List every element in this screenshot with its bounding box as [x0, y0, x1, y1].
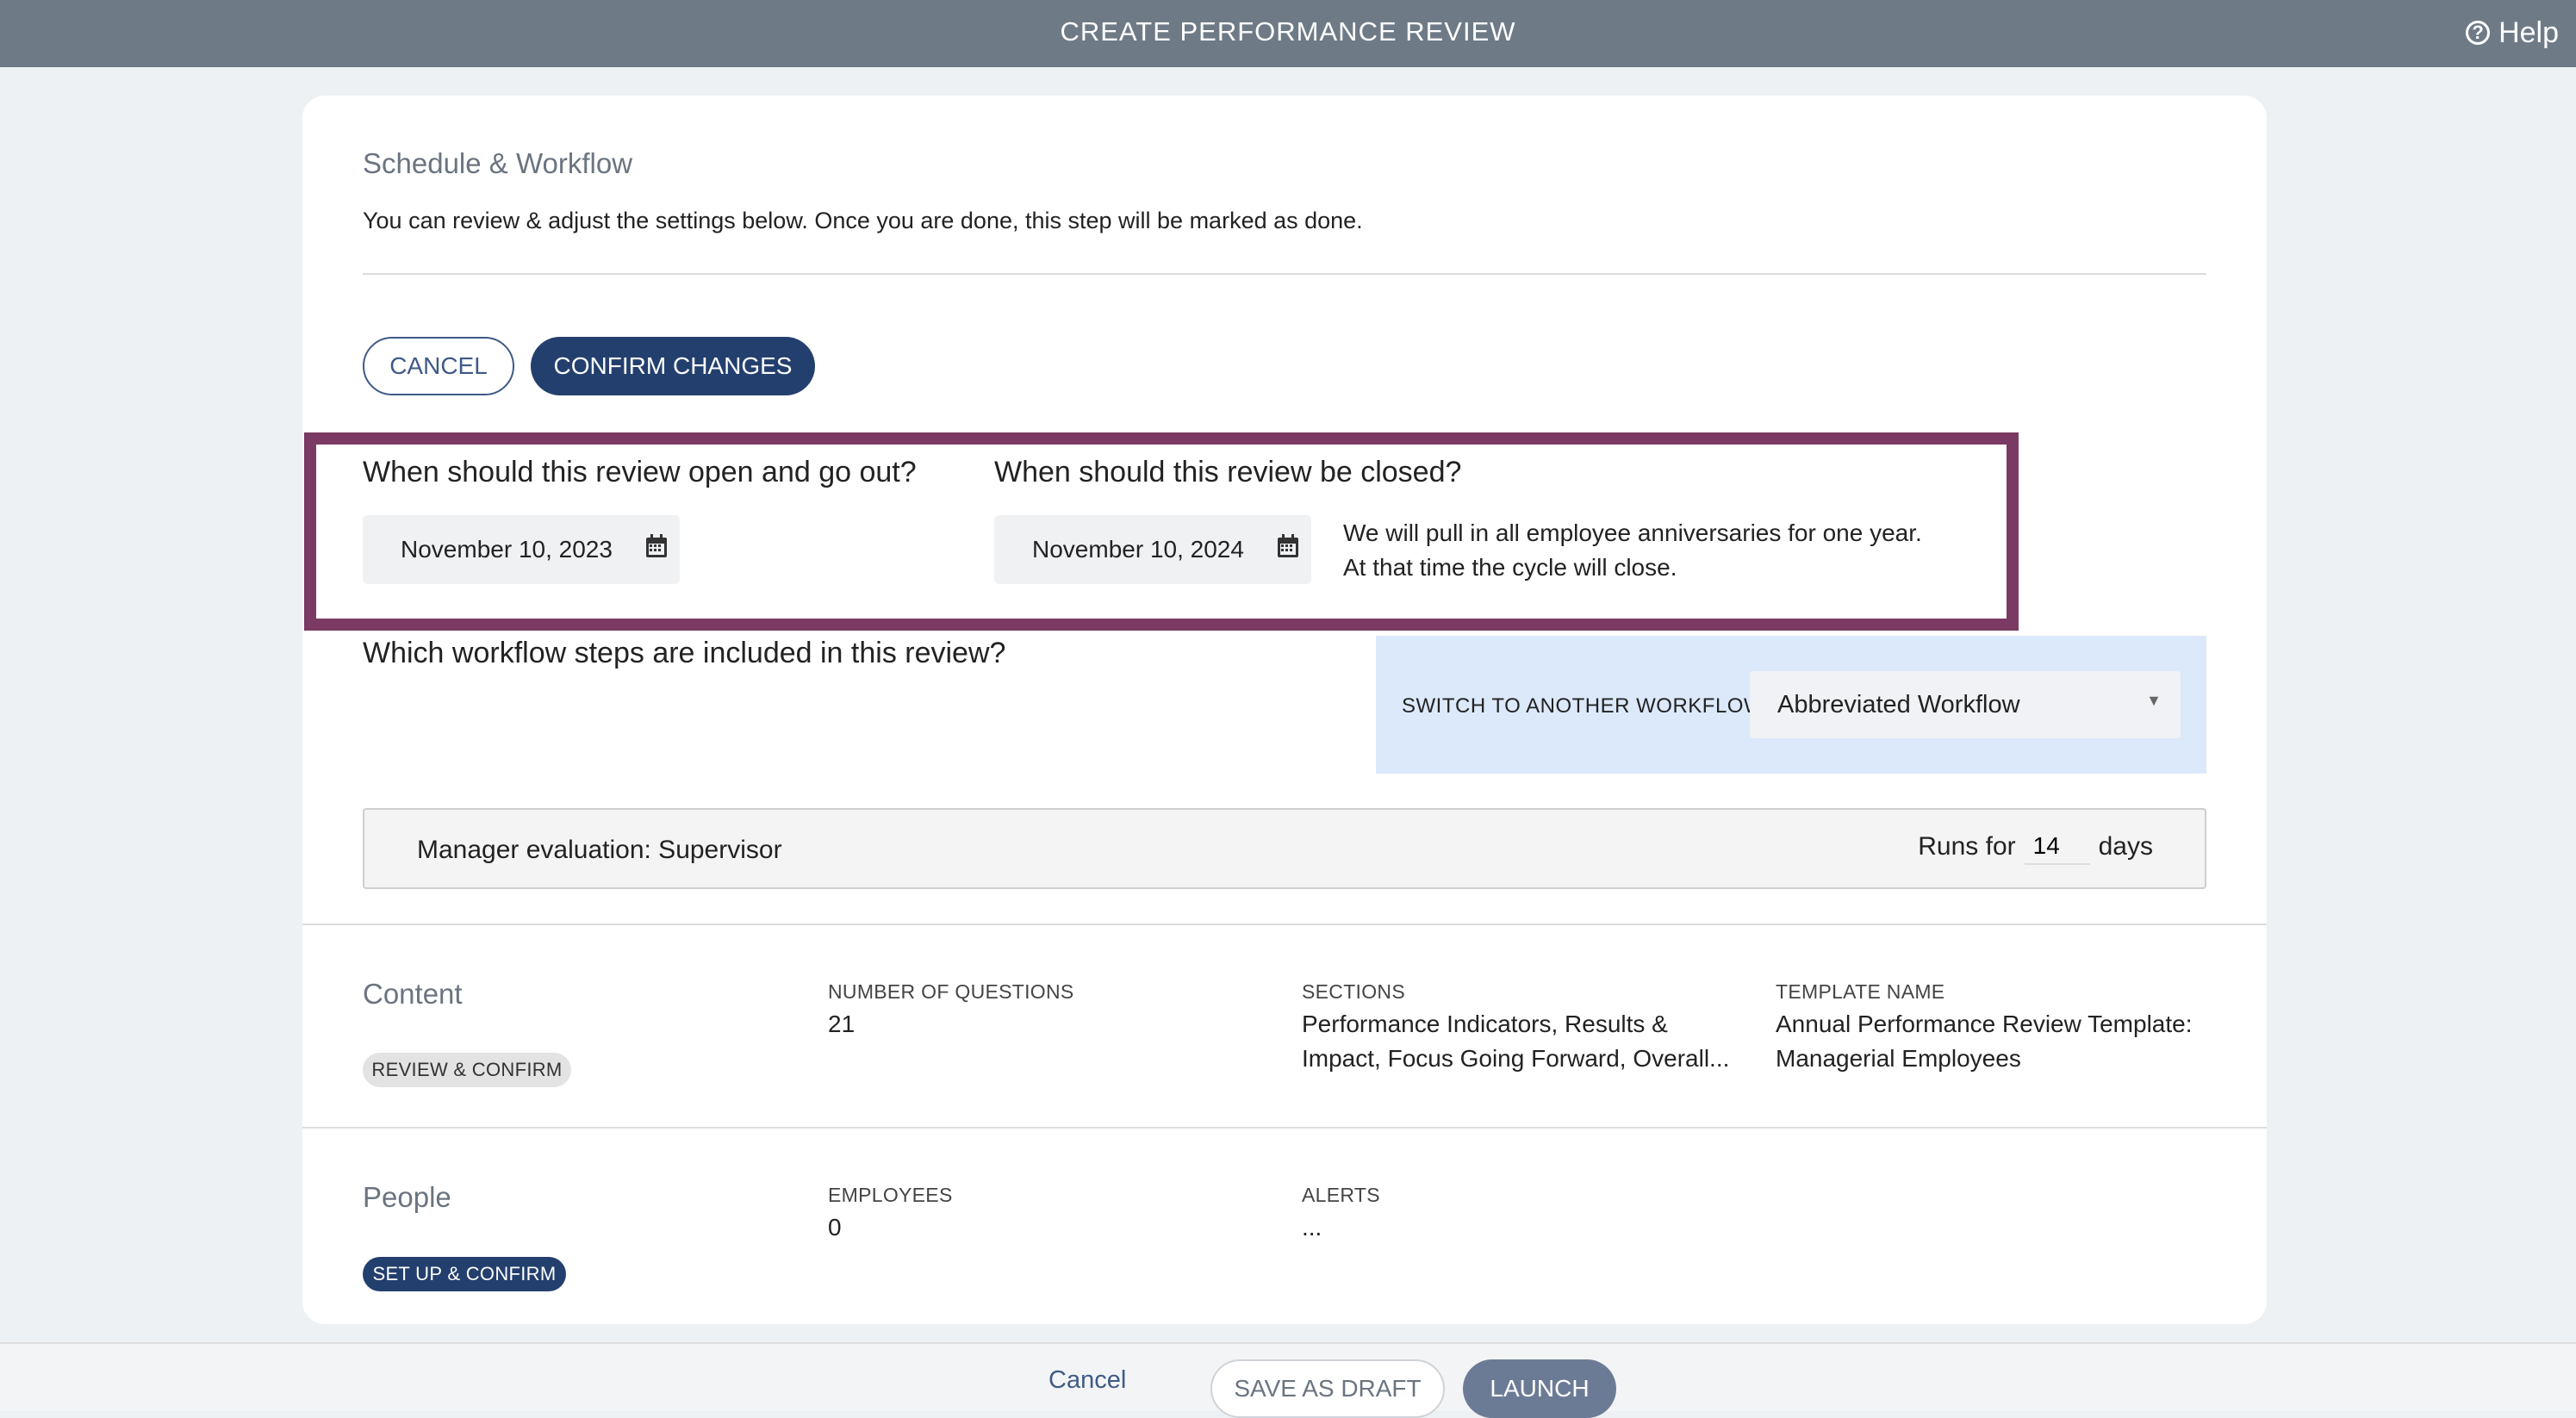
close-date-value: November 10, 2024 [1032, 536, 1244, 563]
confirm-changes-button[interactable]: CONFIRM CHANGES [531, 337, 815, 395]
workflow-question: Which workflow steps are included in thi… [363, 637, 1006, 669]
close-note-line-2: At that time the cycle will close. [1343, 554, 1677, 581]
workflow-step-row: Manager evaluation: Supervisor Runs for … [363, 808, 2206, 889]
calendar-icon[interactable] [645, 534, 668, 558]
runs-for-label: Runs for [1918, 832, 2016, 861]
open-date-value: November 10, 2023 [401, 536, 613, 563]
close-date-input[interactable]: November 10, 2024 [994, 515, 1311, 584]
calendar-icon[interactable] [1277, 534, 1299, 558]
template-name-value: Annual Performance Review Template: Mana… [1776, 1007, 2193, 1076]
sections-line-1: Performance Indicators, Results & [1302, 1011, 1668, 1037]
schedule-title: Schedule & Workflow [363, 147, 633, 179]
schedule-subtitle: You can review & adjust the settings bel… [363, 208, 1363, 233]
people-title: People [363, 1181, 451, 1213]
dropdown-arrow-icon: ▼ [2146, 692, 2162, 709]
close-date-question: When should this review be closed? [994, 456, 1462, 488]
workflow-select[interactable]: Abbreviated Workflow ▼ [1750, 671, 2181, 738]
review-card: Schedule & Workflow You can review & adj… [302, 96, 2267, 1324]
close-date-note: We will pull in all employee anniversari… [1343, 516, 1922, 585]
page-title: CREATE PERFORMANCE REVIEW [1060, 16, 1516, 47]
runs-for-control: Runs for days [1918, 829, 2153, 865]
help-label: Help [2498, 16, 2559, 49]
days-input[interactable] [2024, 829, 2090, 865]
workflow-selected-value: Abbreviated Workflow [1777, 690, 2020, 718]
divider [363, 273, 2206, 275]
questions-count-label: NUMBER OF QUESTIONS [828, 980, 1074, 1003]
alerts-label: ALERTS [1302, 1184, 1380, 1206]
setup-confirm-badge[interactable]: SET UP & CONFIRM [363, 1257, 566, 1291]
help-circle-icon: ? [2466, 21, 2491, 45]
employees-value: 0 [828, 1214, 842, 1241]
switch-workflow-label: SWITCH TO ANOTHER WORKFLOW [1402, 694, 1764, 718]
alerts-value: ... [1302, 1214, 1322, 1241]
top-bar: CREATE PERFORMANCE REVIEW ? Help [0, 0, 2576, 67]
workflow-switch-panel: SWITCH TO ANOTHER WORKFLOW Abbreviated W… [1376, 636, 2206, 774]
days-label: days [2098, 832, 2153, 861]
content-title: Content [363, 978, 463, 1010]
template-name-label: TEMPLATE NAME [1776, 980, 1945, 1003]
questions-count-value: 21 [828, 1011, 856, 1037]
sections-line-2: Impact, Focus Going Forward, Overall... [1302, 1045, 1730, 1072]
review-confirm-badge[interactable]: REVIEW & CONFIRM [363, 1053, 571, 1087]
close-note-line-1: We will pull in all employee anniversari… [1343, 519, 1922, 546]
template-line-2: Managerial Employees [1776, 1045, 2021, 1072]
divider [302, 924, 2267, 925]
workflow-step-label: Manager evaluation: Supervisor [417, 836, 782, 864]
help-link[interactable]: ? Help [2466, 14, 2559, 52]
employees-label: EMPLOYEES [828, 1184, 953, 1206]
template-line-1: Annual Performance Review Template: [1776, 1011, 2193, 1037]
divider [302, 1127, 2267, 1129]
sections-value: Performance Indicators, Results & Impact… [1302, 1007, 1729, 1076]
cancel-button[interactable]: CANCEL [363, 337, 514, 395]
footer-bar: Cancel SAVE AS DRAFT LAUNCH [0, 1342, 2576, 1418]
footer-cancel-link[interactable]: Cancel [1048, 1366, 1126, 1395]
sections-label: SECTIONS [1302, 980, 1405, 1003]
open-date-question: When should this review open and go out? [363, 456, 917, 488]
open-date-input[interactable]: November 10, 2023 [363, 515, 680, 584]
